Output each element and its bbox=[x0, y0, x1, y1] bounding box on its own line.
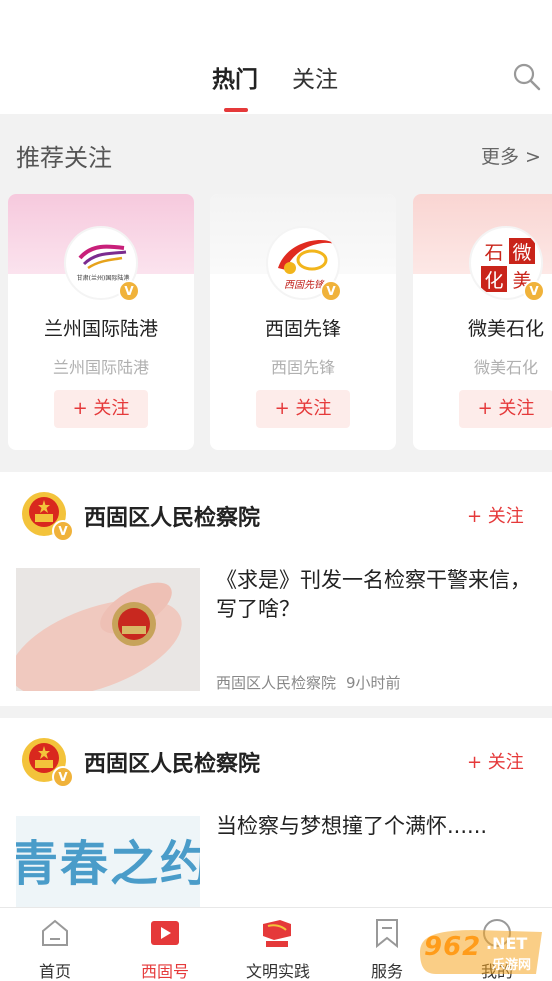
nav-label: 西固号 bbox=[140, 962, 189, 981]
post-title[interactable]: 《求是》刊发一名检察干警来信，写了啥？ bbox=[216, 566, 536, 624]
svg-text:石: 石 bbox=[484, 242, 503, 264]
recommend-card-xigu-pioneer[interactable]: 西固先锋 V 西固先锋 西固先锋 + 关注 bbox=[210, 194, 396, 450]
post-thumbnail[interactable] bbox=[16, 568, 200, 691]
site-watermark: 962 .NET 乐游网 bbox=[416, 926, 546, 978]
more-link[interactable]: 更多 > bbox=[481, 142, 541, 169]
recommend-card-weimei[interactable]: 石 微 化 美 V 微美石化 微美石化 + 关注 bbox=[413, 194, 552, 450]
verified-badge: V bbox=[52, 520, 74, 542]
card-name: 微美石化 bbox=[467, 318, 544, 340]
post-title[interactable]: 当检察与梦想撞了个满怀...... bbox=[216, 812, 536, 841]
follow-button[interactable]: + 关注 bbox=[256, 390, 350, 428]
nav-xigu-account[interactable]: 西固号 bbox=[128, 908, 202, 981]
verified-badge: V bbox=[118, 280, 140, 302]
follow-button[interactable]: + 关注 bbox=[467, 502, 524, 528]
home-icon bbox=[42, 919, 68, 946]
thumbnail-text: 青春之约 bbox=[16, 836, 200, 892]
nav-label: 首页 bbox=[38, 962, 71, 981]
tab-indicator bbox=[224, 108, 248, 112]
lanzhou-logo-text: 甘肃(兰州)国际陆港 bbox=[77, 274, 130, 282]
nav-label: 服务 bbox=[370, 962, 403, 981]
nav-service[interactable]: 服务 bbox=[350, 908, 424, 981]
follow-button[interactable]: + 关注 bbox=[459, 390, 552, 428]
tab-following[interactable]: 关注 bbox=[292, 60, 338, 94]
card-name: 西固先锋 bbox=[264, 318, 341, 340]
post-time: 9小时前 bbox=[346, 674, 401, 692]
search-icon[interactable] bbox=[512, 62, 542, 92]
verified-badge: V bbox=[52, 766, 74, 788]
nav-civilization-practice[interactable]: 文明实践 bbox=[238, 908, 318, 981]
verified-badge: V bbox=[320, 280, 342, 302]
card-subtitle: 西固先锋 bbox=[270, 358, 335, 377]
verified-badge: V bbox=[523, 280, 545, 302]
party-flag-icon bbox=[263, 920, 291, 947]
post-source: 西固区人民检察院 bbox=[216, 674, 337, 692]
author-name[interactable]: 西固区人民检察院 bbox=[84, 746, 260, 778]
card-subtitle: 兰州国际陆港 bbox=[52, 358, 149, 377]
follow-button[interactable]: + 关注 bbox=[467, 748, 524, 774]
card-name: 兰州国际陆港 bbox=[43, 318, 158, 340]
top-bar: 热门 关注 bbox=[0, 0, 552, 114]
feed-item[interactable]: V 西固区人民检察院 + 关注 青春之约 当检察与梦想撞了个满怀...... bbox=[0, 718, 552, 907]
bookmark-icon bbox=[376, 919, 398, 949]
svg-text:化: 化 bbox=[484, 270, 503, 292]
feed-item[interactable]: V 西固区人民检察院 + 关注 《求是》刊发一名检察干警来信，写了啥？ 西固区人… bbox=[0, 472, 552, 706]
card-subtitle: 微美石化 bbox=[473, 358, 538, 377]
follow-button[interactable]: + 关注 bbox=[54, 390, 148, 428]
play-icon bbox=[151, 921, 179, 945]
svg-text:微: 微 bbox=[512, 242, 531, 264]
post-thumbnail[interactable]: 青春之约 bbox=[16, 816, 200, 907]
nav-label: 文明实践 bbox=[245, 962, 310, 981]
recommend-title: 推荐关注 bbox=[16, 144, 112, 172]
watermark-site-name: 乐游网 bbox=[492, 958, 532, 973]
nav-home[interactable]: 首页 bbox=[18, 908, 92, 981]
post-meta: 西固区人民检察院 9小时前 bbox=[216, 672, 401, 693]
watermark-domain: .NET bbox=[486, 934, 528, 953]
recommend-card-lanzhou-port[interactable]: 甘肃(兰州)国际陆港 V 兰州国际陆港 兰州国际陆港 + 关注 bbox=[8, 194, 194, 450]
tab-hot[interactable]: 热门 bbox=[212, 60, 258, 94]
watermark-number: 962 bbox=[424, 932, 482, 962]
xigu-logo-text: 西固先锋 bbox=[284, 279, 325, 291]
author-name[interactable]: 西固区人民检察院 bbox=[84, 500, 260, 532]
recommend-header: 推荐关注 更多 > bbox=[0, 114, 552, 188]
